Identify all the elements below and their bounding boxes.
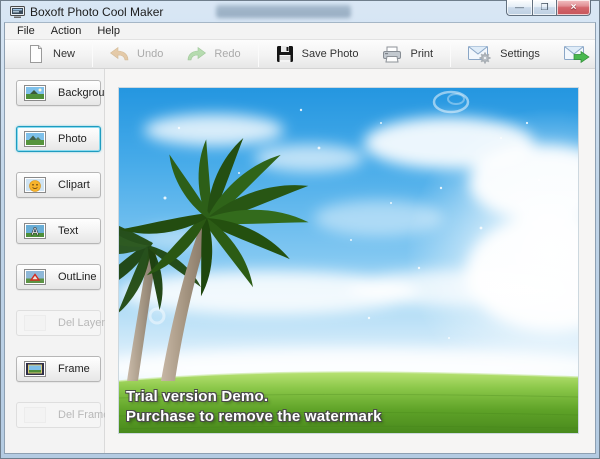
trial-watermark: Trial version Demo. Purchase to remove t… <box>126 387 382 427</box>
toolbar: New Undo Redo <box>5 39 595 69</box>
menu-action[interactable]: Action <box>43 24 90 38</box>
redo-button[interactable]: Redo <box>175 44 252 65</box>
del-layer-label: Del Layer <box>58 317 105 329</box>
outline-button[interactable]: OutLine <box>16 264 101 290</box>
settings-button[interactable]: Settings <box>456 42 552 67</box>
outline-label: OutLine <box>58 271 97 283</box>
redo-label: Redo <box>214 48 240 60</box>
content-area: Background Photo <box>5 69 595 453</box>
photo-button[interactable]: Photo <box>16 126 101 152</box>
save-icon <box>276 45 294 63</box>
menu-bar: File Action Help <box>5 23 595 39</box>
tool-sidebar: Background Photo <box>5 69 105 453</box>
app-window: Boxoft Photo Cool Maker — ❐ × File Actio… <box>0 0 600 459</box>
editor-panel: Trial version Demo. Purchase to remove t… <box>105 69 595 453</box>
save-photo-label: Save Photo <box>302 48 359 60</box>
toolbar-separator <box>92 41 93 67</box>
photo-canvas[interactable]: Trial version Demo. Purchase to remove t… <box>118 87 579 434</box>
menu-file[interactable]: File <box>9 24 43 38</box>
clipart-icon <box>24 177 46 193</box>
photo-label: Photo <box>58 133 87 145</box>
background-icon <box>24 85 46 101</box>
print-button[interactable]: Print <box>370 43 445 66</box>
redacted-region <box>216 5 351 18</box>
app-icon <box>10 6 25 18</box>
svg-text:A: A <box>31 226 39 238</box>
undo-label: Undo <box>137 48 163 60</box>
print-label: Print <box>410 48 433 60</box>
del-frame-icon <box>24 407 46 423</box>
text-icon: A <box>24 223 46 239</box>
menu-help[interactable]: Help <box>89 24 128 38</box>
photo-icon <box>24 131 46 147</box>
text-label: Text <box>58 225 78 237</box>
tropical-scene-image <box>119 88 579 434</box>
watermark-line2: Purchase to remove the watermark <box>126 407 382 427</box>
undo-icon <box>110 47 129 62</box>
window-controls: — ❐ × <box>506 0 591 16</box>
window-title: Boxoft Photo Cool Maker <box>30 5 163 19</box>
minimize-button[interactable]: — <box>506 0 532 16</box>
del-layer-icon <box>24 315 46 331</box>
send-mail-button[interactable]: Send Mail <box>552 42 596 67</box>
toolbar-separator <box>258 41 259 67</box>
new-document-icon <box>27 44 45 64</box>
redo-icon <box>187 47 206 62</box>
clipart-button[interactable]: Clipart <box>16 172 101 198</box>
close-button[interactable]: × <box>557 0 591 16</box>
del-frame-button[interactable]: Del Frame <box>16 402 101 428</box>
maximize-button[interactable]: ❐ <box>532 0 557 16</box>
frame-label: Frame <box>58 363 90 375</box>
save-photo-button[interactable]: Save Photo <box>264 42 371 66</box>
client-area: File Action Help New Undo <box>4 22 596 454</box>
clipart-label: Clipart <box>58 179 90 191</box>
send-mail-icon <box>564 45 590 64</box>
new-label: New <box>53 48 75 60</box>
outline-icon <box>24 269 46 285</box>
frame-button[interactable]: Frame <box>16 356 101 382</box>
background-button[interactable]: Background <box>16 80 101 106</box>
undo-button[interactable]: Undo <box>98 44 175 65</box>
frame-icon <box>24 361 46 377</box>
watermark-line1: Trial version Demo. <box>126 387 382 407</box>
title-bar: Boxoft Photo Cool Maker — ❐ × <box>4 1 596 22</box>
toolbar-separator <box>450 41 451 67</box>
del-layer-button[interactable]: Del Layer <box>16 310 101 336</box>
text-button[interactable]: A Text <box>16 218 101 244</box>
print-icon <box>382 46 402 63</box>
settings-icon <box>468 45 492 64</box>
del-frame-label: Del Frame <box>58 409 109 421</box>
new-button[interactable]: New <box>15 41 87 67</box>
settings-label: Settings <box>500 48 540 60</box>
